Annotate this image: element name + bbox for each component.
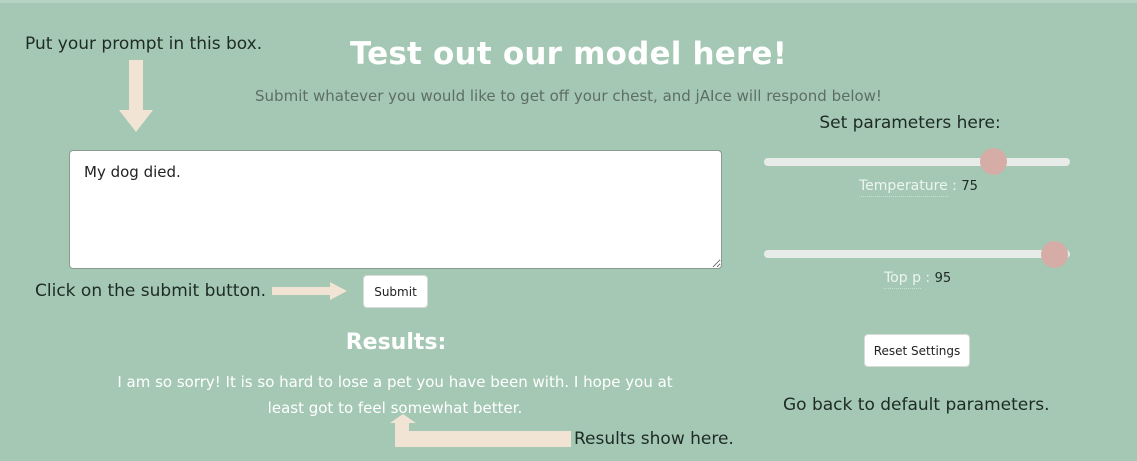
parameters-heading: Set parameters here: (819, 113, 1001, 133)
curved-up-arrow-icon (390, 414, 571, 447)
right-arrow-icon (272, 282, 347, 300)
results-heading: Results: (345, 330, 447, 355)
temperature-value: 75 (961, 179, 978, 194)
top-border (0, 0, 1137, 3)
submit-button[interactable]: Submit (363, 275, 428, 308)
page-subtitle: Submit whatever you would like to get of… (255, 87, 882, 105)
top-p-label: Top p : 95 (884, 270, 952, 289)
top-p-slider-handle[interactable] (1041, 241, 1069, 268)
temperature-label: Temperature : 75 (859, 178, 978, 197)
reset-hint: Go back to default parameters. (783, 395, 1050, 415)
prompt-input[interactable] (69, 150, 722, 269)
reset-settings-button[interactable]: Reset Settings (864, 334, 970, 367)
temperature-slider-track[interactable] (764, 158, 1070, 166)
temperature-separator: : (947, 178, 957, 194)
page-title: Test out our model here! (349, 36, 788, 72)
submit-hint: Click on the submit button. (35, 281, 267, 301)
top-p-slider-track[interactable] (764, 250, 1070, 258)
top-p-separator: : (920, 270, 931, 286)
temperature-slider-handle[interactable] (980, 148, 1007, 175)
results-hint: Results show here. (574, 429, 734, 449)
temperature-label-text: Temperature (859, 178, 948, 197)
top-p-label-text: Top p (884, 270, 921, 289)
top-p-value: 95 (934, 271, 952, 286)
